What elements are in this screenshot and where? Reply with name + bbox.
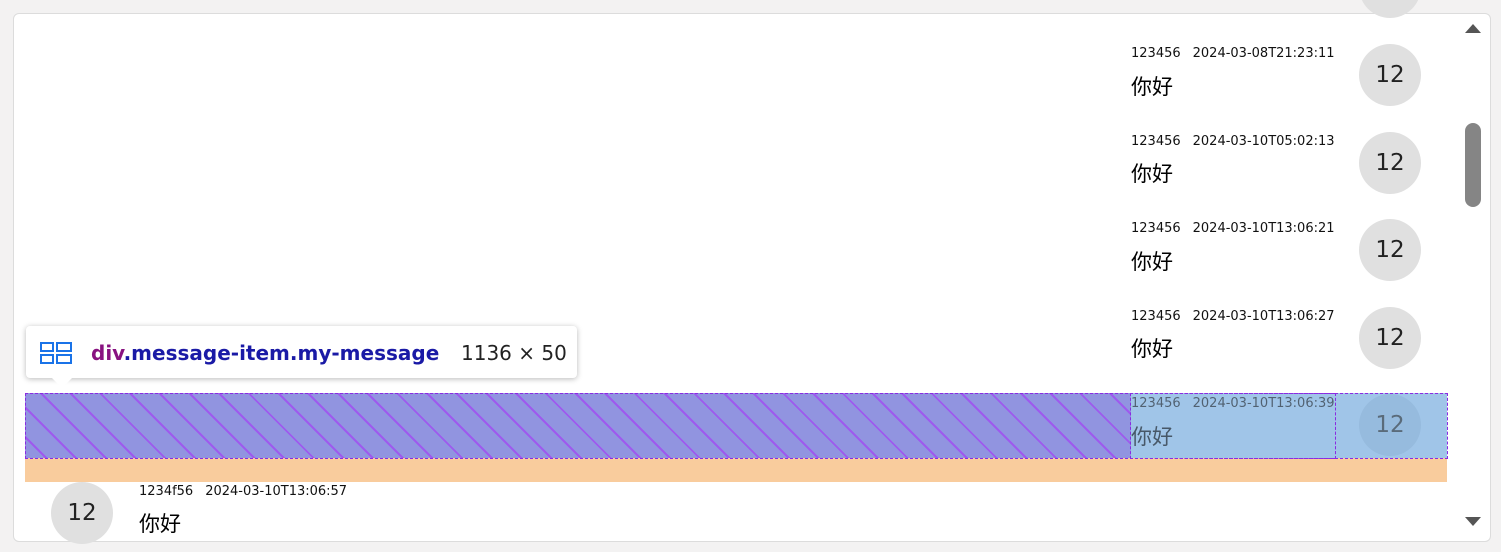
inspector-selector: div.message-item.my-message [91,341,439,365]
message-time: 2024-03-10T13:06:21 [1192,221,1335,236]
inspector-classes: .message-item.my-message [123,341,440,365]
avatar[interactable]: 12 [1359,307,1421,369]
inspector-tag: div [91,341,124,365]
avatar[interactable]: 12 [1359,132,1421,194]
message-user: 123456 [1131,46,1181,61]
message-meta: 123456 2024-03-10T13:06:27 [1131,309,1335,324]
scroll-down-arrow-icon[interactable] [1464,516,1482,528]
highlight-margin [25,458,1447,482]
message-text: 你好 [1131,337,1173,361]
inspector-tooltip: div.message-item.my-message 1136 × 50 [26,326,577,388]
message-user: 123456 [1131,134,1181,149]
message-text: 你好 [1131,250,1173,274]
message-meta: 123456 2024-03-10T05:02:13 [1131,134,1335,149]
avatar[interactable]: 12 [1359,44,1421,106]
message-user: 123456 [1131,221,1181,236]
inspector-size: 1136 × 50 [461,341,567,365]
message-time: 2024-03-10T13:06:27 [1192,309,1335,324]
message-user: 1234f56 [139,484,194,499]
scrollbar-thumb[interactable] [1465,123,1481,207]
message-time: 2024-03-10T13:06:57 [205,484,348,499]
message-time: 2024-03-10T05:02:13 [1192,134,1335,149]
message-user: 123456 [1131,309,1181,324]
message-time: 2024-03-08T21:23:11 [1192,46,1335,61]
message-time: 2024-03-10T13:06:39 [1192,396,1335,411]
message-text: 你好 [1131,425,1173,449]
message-meta: 123456 2024-03-08T21:23:11 [1131,46,1335,61]
message-meta: 123456 2024-03-10T13:06:39 [1131,396,1335,411]
message-meta: 1234f56 2024-03-10T13:06:57 [139,484,347,499]
message-text: 你好 [1131,162,1173,186]
avatar[interactable]: 12 [51,482,113,544]
avatar[interactable]: 12 [1359,394,1421,456]
message-text: 你好 [139,512,181,536]
grid-layout-icon [40,342,72,364]
scroll-up-arrow-icon[interactable] [1464,22,1482,34]
message-text: 你好 [1131,75,1173,99]
message-meta: 123456 2024-03-10T13:06:21 [1131,221,1335,236]
avatar[interactable]: 12 [1359,219,1421,281]
message-user: 123456 [1131,396,1181,411]
